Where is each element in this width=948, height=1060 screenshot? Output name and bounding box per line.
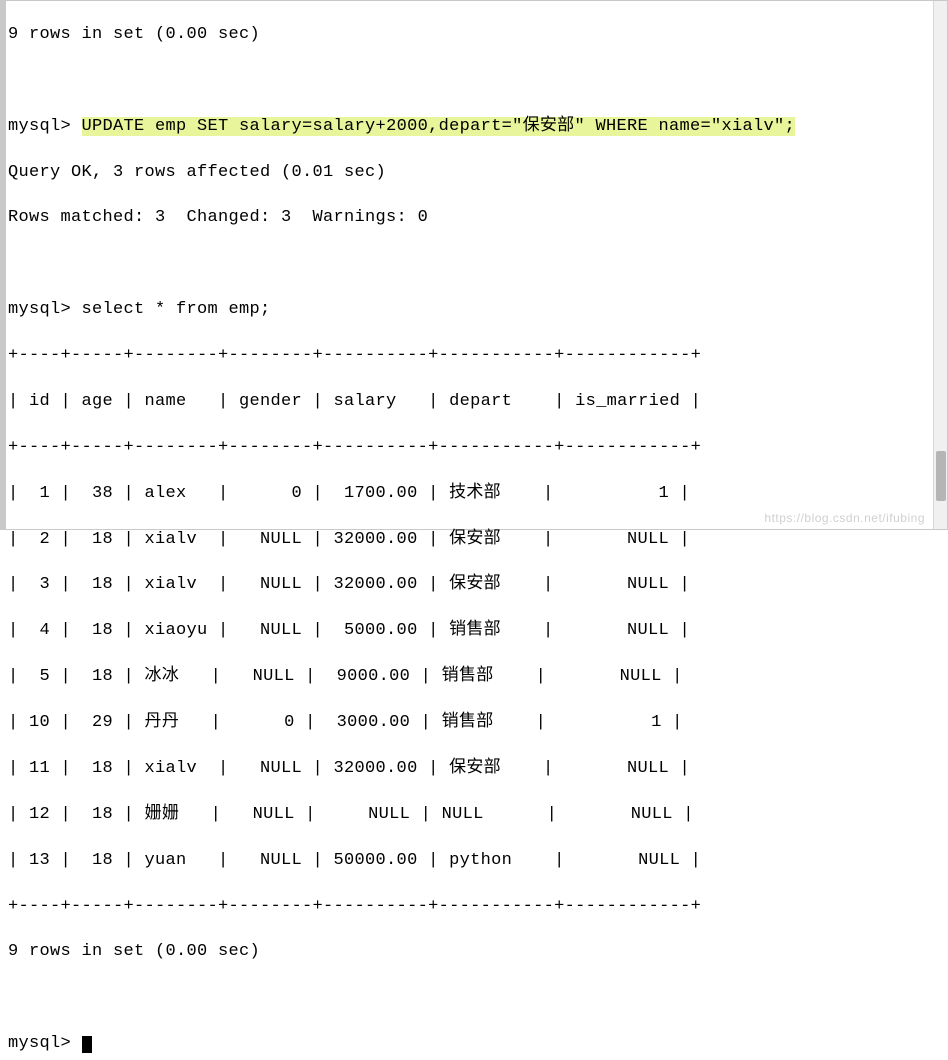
blank-line — [8, 70, 943, 93]
table-row: | 12 | 18 | 姗姗 | NULL | NULL | NULL | NU… — [8, 804, 943, 827]
cursor-icon — [82, 1036, 92, 1053]
update-line: mysql> UPDATE emp SET salary=salary+2000… — [8, 116, 943, 139]
update-result-2: Rows matched: 3 Changed: 3 Warnings: 0 — [8, 207, 943, 230]
mysql-prompt: mysql> — [8, 1034, 82, 1053]
mysql-prompt: mysql> — [8, 117, 82, 136]
watermark-text: https://blog.csdn.net/ifubing — [764, 511, 925, 525]
table-row: | 13 | 18 | yuan | NULL | 50000.00 | pyt… — [8, 850, 943, 873]
table-border-top: +----+-----+--------+--------+----------… — [8, 345, 943, 368]
table-row: | 10 | 29 | 丹丹 | 0 | 3000.00 | 销售部 | 1 | — [8, 712, 943, 735]
table-row: | 11 | 18 | xialv | NULL | 32000.00 | 保安… — [8, 758, 943, 781]
update-statement: UPDATE emp SET salary=salary+2000,depart… — [82, 117, 796, 136]
table-border-mid: +----+-----+--------+--------+----------… — [8, 437, 943, 460]
mysql-prompt: mysql> — [8, 300, 82, 319]
terminal-output[interactable]: 9 rows in set (0.00 sec) mysql> UPDATE e… — [6, 1, 947, 1060]
select-statement: select * from emp; — [82, 300, 271, 319]
table-header: | id | age | name | gender | salary | de… — [8, 391, 943, 414]
table-row: | 1 | 38 | alex | 0 | 1700.00 | 技术部 | 1 … — [8, 483, 943, 506]
update-result-1: Query OK, 3 rows affected (0.01 sec) — [8, 162, 943, 185]
scrollbar-thumb[interactable] — [936, 451, 946, 501]
blank-line — [8, 253, 943, 276]
result-summary-bottom: 9 rows in set (0.00 sec) — [8, 941, 943, 964]
table-row: | 4 | 18 | xiaoyu | NULL | 5000.00 | 销售部… — [8, 620, 943, 643]
table-row: | 3 | 18 | xialv | NULL | 32000.00 | 保安部… — [8, 574, 943, 597]
scrollbar[interactable] — [933, 1, 947, 529]
blank-line — [8, 987, 943, 1010]
select-line: mysql> select * from emp; — [8, 299, 943, 322]
table-row: | 2 | 18 | xialv | NULL | 32000.00 | 保安部… — [8, 529, 943, 552]
table-row: | 5 | 18 | 冰冰 | NULL | 9000.00 | 销售部 | N… — [8, 666, 943, 689]
prompt-line[interactable]: mysql> — [8, 1033, 943, 1056]
result-summary-top: 9 rows in set (0.00 sec) — [8, 24, 943, 47]
table-border-bottom: +----+-----+--------+--------+----------… — [8, 896, 943, 919]
